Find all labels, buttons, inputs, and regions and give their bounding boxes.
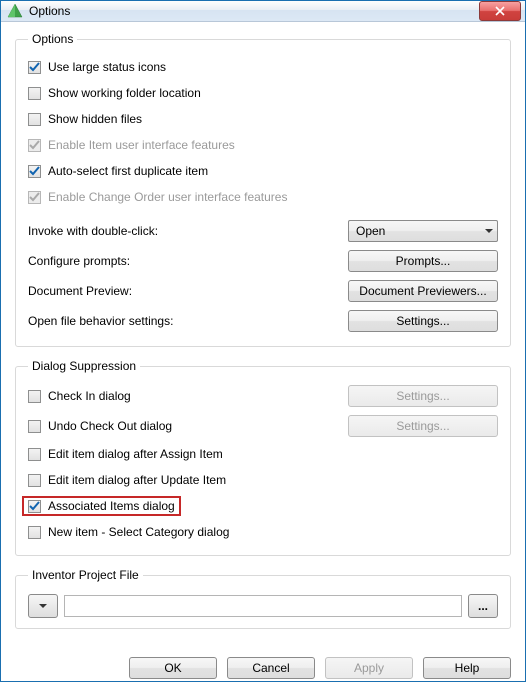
option-enable-item-ui: Enable Item user interface features [28, 132, 498, 158]
apply-button: Apply [325, 657, 413, 679]
project-path-input[interactable] [64, 595, 462, 617]
suppression-group: Dialog Suppression Check In dialog Setti… [15, 359, 511, 556]
label-checkin: Check In dialog [48, 389, 131, 403]
row-configure-prompts: Configure prompts: Prompts... [28, 246, 498, 276]
checkbox-new-item-category[interactable] [28, 526, 41, 539]
label-undo-checkout: Undo Check Out dialog [48, 419, 172, 433]
close-icon [495, 6, 505, 16]
label-configure-prompts: Configure prompts: [28, 254, 348, 268]
option-edit-after-assign[interactable]: Edit item dialog after Assign Item [28, 441, 498, 467]
option-checkin[interactable]: Check In dialog [28, 383, 348, 409]
chevron-down-icon [485, 227, 493, 235]
select-invoke[interactable]: Open [348, 220, 498, 242]
row-invoke: Invoke with double-click: Open [28, 216, 498, 246]
doc-previewers-button[interactable]: Document Previewers... [348, 280, 498, 302]
option-undo-checkout[interactable]: Undo Check Out dialog [28, 413, 348, 439]
label-auto-select-dup: Auto-select first duplicate item [48, 164, 208, 178]
label-doc-preview: Document Preview: [28, 284, 348, 298]
option-enable-co-ui: Enable Change Order user interface featu… [28, 184, 498, 210]
close-button[interactable] [479, 1, 521, 21]
label-large-icons: Use large status icons [48, 60, 166, 74]
project-history-button[interactable] [28, 594, 58, 618]
label-edit-after-assign: Edit item dialog after Assign Item [48, 447, 223, 461]
ellipsis-icon: ... [478, 599, 488, 613]
label-associated-items: Associated Items dialog [48, 499, 175, 513]
project-group: Inventor Project File ... [15, 568, 511, 629]
checkbox-enable-co-ui [28, 191, 41, 204]
option-associated-items[interactable]: Associated Items dialog [28, 493, 498, 519]
dialog-body: Options Use large status icons Show work… [1, 22, 525, 651]
checkbox-show-hidden[interactable] [28, 113, 41, 126]
label-enable-item-ui: Enable Item user interface features [48, 138, 235, 152]
footer: OK Cancel Apply Help [1, 651, 525, 691]
options-group: Options Use large status icons Show work… [15, 32, 511, 347]
checkbox-associated-items[interactable] [28, 500, 41, 513]
options-dialog: Options Options Use large status icons S… [0, 0, 526, 682]
label-open-file: Open file behavior settings: [28, 314, 348, 328]
label-edit-after-update: Edit item dialog after Update Item [48, 473, 226, 487]
checkbox-enable-item-ui [28, 139, 41, 152]
ok-button[interactable]: OK [129, 657, 217, 679]
prompts-button[interactable]: Prompts... [348, 250, 498, 272]
help-button[interactable]: Help [423, 657, 511, 679]
label-new-item-category: New item - Select Category dialog [48, 525, 229, 539]
window-title: Options [29, 4, 479, 18]
checkbox-edit-after-update[interactable] [28, 474, 41, 487]
checkbox-checkin[interactable] [28, 390, 41, 403]
label-enable-co-ui: Enable Change Order user interface featu… [48, 190, 287, 204]
option-large-icons[interactable]: Use large status icons [28, 54, 498, 80]
option-show-hidden[interactable]: Show hidden files [28, 106, 498, 132]
row-open-file: Open file behavior settings: Settings... [28, 306, 498, 336]
undo-checkout-settings-button: Settings... [348, 415, 498, 437]
label-show-hidden: Show hidden files [48, 112, 142, 126]
app-icon [7, 3, 23, 19]
checkbox-large-icons[interactable] [28, 61, 41, 74]
select-invoke-value: Open [356, 224, 485, 238]
checkbox-show-working-folder[interactable] [28, 87, 41, 100]
row-checkin: Check In dialog Settings... [28, 381, 498, 411]
label-show-working-folder: Show working folder location [48, 86, 201, 100]
option-auto-select-dup[interactable]: Auto-select first duplicate item [28, 158, 498, 184]
option-new-item-category[interactable]: New item - Select Category dialog [28, 519, 498, 545]
cancel-button[interactable]: Cancel [227, 657, 315, 679]
highlight-associated-items: Associated Items dialog [22, 496, 181, 516]
row-undo-checkout: Undo Check Out dialog Settings... [28, 411, 498, 441]
checkbox-edit-after-assign[interactable] [28, 448, 41, 461]
option-show-working-folder[interactable]: Show working folder location [28, 80, 498, 106]
checkbox-undo-checkout[interactable] [28, 420, 41, 433]
project-row: ... [28, 590, 498, 618]
option-edit-after-update[interactable]: Edit item dialog after Update Item [28, 467, 498, 493]
project-browse-button[interactable]: ... [468, 594, 498, 618]
checkbox-auto-select-dup[interactable] [28, 165, 41, 178]
open-file-settings-button[interactable]: Settings... [348, 310, 498, 332]
label-invoke: Invoke with double-click: [28, 224, 348, 238]
row-doc-preview: Document Preview: Document Previewers... [28, 276, 498, 306]
chevron-down-icon [39, 602, 47, 610]
suppression-legend: Dialog Suppression [28, 359, 140, 373]
options-legend: Options [28, 32, 77, 46]
project-legend: Inventor Project File [28, 568, 143, 582]
checkin-settings-button: Settings... [348, 385, 498, 407]
titlebar: Options [1, 1, 525, 22]
